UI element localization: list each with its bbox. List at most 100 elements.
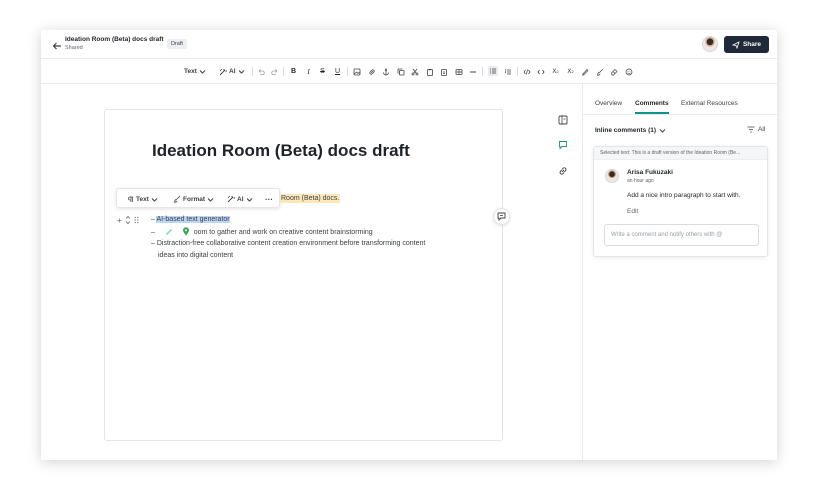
filter-label: All bbox=[758, 126, 766, 133]
editor-toolbar: Text AI B I S U X2 X2 bbox=[41, 59, 777, 84]
document-heading[interactable]: Ideation Room (Beta) docs draft bbox=[152, 141, 410, 161]
ai-dropdown[interactable]: AI bbox=[219, 66, 245, 77]
brush-icon bbox=[173, 195, 181, 203]
right-panel: Overview Comments External Resources Inl… bbox=[582, 84, 777, 460]
comment-author: Arisa Fukuzaki bbox=[627, 169, 673, 176]
send-icon bbox=[731, 40, 740, 49]
image-icon[interactable] bbox=[352, 67, 361, 76]
chevron-down-icon bbox=[151, 197, 158, 202]
paste-text-icon[interactable] bbox=[439, 67, 448, 76]
document-outline-icon[interactable] bbox=[558, 112, 568, 130]
toolbar-divider bbox=[517, 67, 518, 76]
code-icon[interactable] bbox=[522, 67, 531, 76]
drag-handle-icon[interactable] bbox=[134, 216, 139, 224]
floating-toolbar: Text Format AI ··· bbox=[116, 188, 280, 208]
share-label: Share bbox=[742, 41, 762, 48]
add-block-icon[interactable]: + bbox=[117, 216, 122, 225]
chevron-down-icon bbox=[238, 70, 244, 74]
strikethrough-icon[interactable]: S bbox=[318, 67, 327, 76]
tab-external-resources[interactable]: External Resources bbox=[681, 100, 738, 107]
comment-add-icon bbox=[497, 212, 506, 221]
horizontal-rule-icon[interactable] bbox=[468, 67, 477, 76]
comment-card[interactable]: Selected text: This is a draft version o… bbox=[593, 146, 768, 257]
edit-comment-link[interactable]: Edit bbox=[627, 208, 638, 215]
comment-body: Add a nice intro paragraph to start with… bbox=[627, 192, 741, 199]
reply-input[interactable]: Write a comment and notify others with @ bbox=[604, 224, 759, 246]
bullet-list-icon[interactable] bbox=[488, 66, 498, 76]
redo-icon[interactable] bbox=[270, 67, 279, 76]
list-item-continuation[interactable]: ideas into digital content bbox=[158, 251, 233, 261]
anchor-icon[interactable] bbox=[381, 67, 390, 76]
list-item-text: ideas into digital content bbox=[158, 252, 234, 259]
chevron-down-icon bbox=[659, 129, 666, 133]
block-controls: + bbox=[117, 214, 139, 226]
move-up-down-icon[interactable] bbox=[125, 215, 131, 225]
magic-wand-icon bbox=[227, 195, 235, 203]
chevron-down-icon bbox=[199, 70, 206, 74]
eraser-icon[interactable] bbox=[609, 67, 618, 76]
share-button[interactable]: Share bbox=[724, 36, 769, 53]
selected-text-quote: Selected text: This is a draft version o… bbox=[594, 147, 767, 160]
brush-icon[interactable] bbox=[595, 67, 604, 76]
chevron-down-icon bbox=[207, 197, 214, 202]
inline-comments-dropdown[interactable]: Inline comments (1) bbox=[595, 127, 666, 134]
emoji-icon[interactable] bbox=[624, 67, 633, 76]
floating-text-dropdown[interactable]: Text bbox=[127, 194, 158, 204]
floating-format-dropdown[interactable]: Format bbox=[173, 194, 214, 204]
list-item-text: oom to gather and work on creative conte… bbox=[193, 229, 373, 236]
list-item[interactable]: – oom to gather and work on creative con… bbox=[151, 227, 373, 238]
code-block-icon[interactable] bbox=[536, 67, 545, 76]
cut-icon[interactable] bbox=[410, 67, 419, 76]
text-style-dropdown[interactable]: Text bbox=[184, 66, 206, 77]
toolbar-divider bbox=[482, 67, 483, 76]
document-title: Ideation Room (Beta) docs draft bbox=[65, 36, 164, 43]
list-dash: – bbox=[151, 240, 155, 247]
more-options-icon[interactable]: ··· bbox=[265, 194, 273, 204]
italic-icon[interactable]: I bbox=[304, 67, 313, 76]
table-icon[interactable] bbox=[454, 67, 463, 76]
list-dash: – bbox=[151, 229, 155, 236]
location-pin-icon bbox=[182, 227, 189, 236]
undo-icon[interactable] bbox=[256, 67, 265, 76]
paste-icon[interactable] bbox=[425, 67, 434, 76]
inline-comments-label: Inline comments (1) bbox=[595, 127, 657, 134]
chevron-down-icon bbox=[246, 197, 252, 202]
link-icon[interactable] bbox=[558, 163, 568, 181]
comment-author-avatar bbox=[605, 169, 619, 183]
draft-badge: Draft bbox=[167, 39, 187, 49]
list-item-text: Distraction-free collaborative content c… bbox=[156, 240, 426, 247]
list-dash: – bbox=[151, 216, 155, 223]
filter-button[interactable]: All bbox=[747, 126, 765, 133]
tabs-divider bbox=[583, 114, 777, 115]
link-icon[interactable] bbox=[367, 67, 376, 76]
back-arrow-icon[interactable] bbox=[51, 39, 63, 51]
add-comment-button[interactable] bbox=[493, 208, 510, 225]
floating-format-label: Format bbox=[183, 195, 206, 203]
app-window: Ideation Room (Beta) docs draft Shared D… bbox=[41, 30, 777, 460]
subscript-icon[interactable]: X2 bbox=[551, 67, 560, 76]
superscript-icon[interactable]: X2 bbox=[566, 67, 575, 76]
comment-icon[interactable] bbox=[558, 137, 568, 155]
toolbar-divider bbox=[283, 67, 284, 76]
magic-wand-icon bbox=[219, 68, 227, 75]
bold-icon[interactable]: B bbox=[289, 67, 298, 76]
list-item[interactable]: – Distraction-free collaborative content… bbox=[151, 239, 425, 249]
numbered-list-icon[interactable] bbox=[503, 67, 512, 76]
copy-icon[interactable] bbox=[396, 67, 405, 76]
filter-icon bbox=[747, 126, 755, 133]
tab-overview[interactable]: Overview bbox=[595, 100, 622, 107]
document-status: Shared bbox=[65, 45, 83, 51]
floating-ai-dropdown[interactable]: AI bbox=[227, 194, 253, 204]
tab-comments[interactable]: Comments bbox=[635, 100, 669, 107]
floating-ai-label: AI bbox=[237, 195, 244, 203]
underline-icon[interactable]: U bbox=[333, 67, 342, 76]
toolbar-divider bbox=[347, 67, 348, 76]
list-item[interactable]: – AI-based text generator bbox=[151, 215, 230, 225]
editor-canvas[interactable]: Ideation Room (Beta) docs draft Text For… bbox=[104, 109, 503, 441]
user-avatar[interactable] bbox=[702, 36, 718, 52]
highlighted-text[interactable]: Room (Beta) docs. bbox=[280, 194, 341, 203]
ai-label: AI bbox=[229, 68, 236, 75]
selected-text[interactable]: AI-based text generator bbox=[156, 216, 230, 223]
toolbar-divider bbox=[252, 67, 253, 76]
highlighter-icon[interactable] bbox=[580, 67, 589, 76]
